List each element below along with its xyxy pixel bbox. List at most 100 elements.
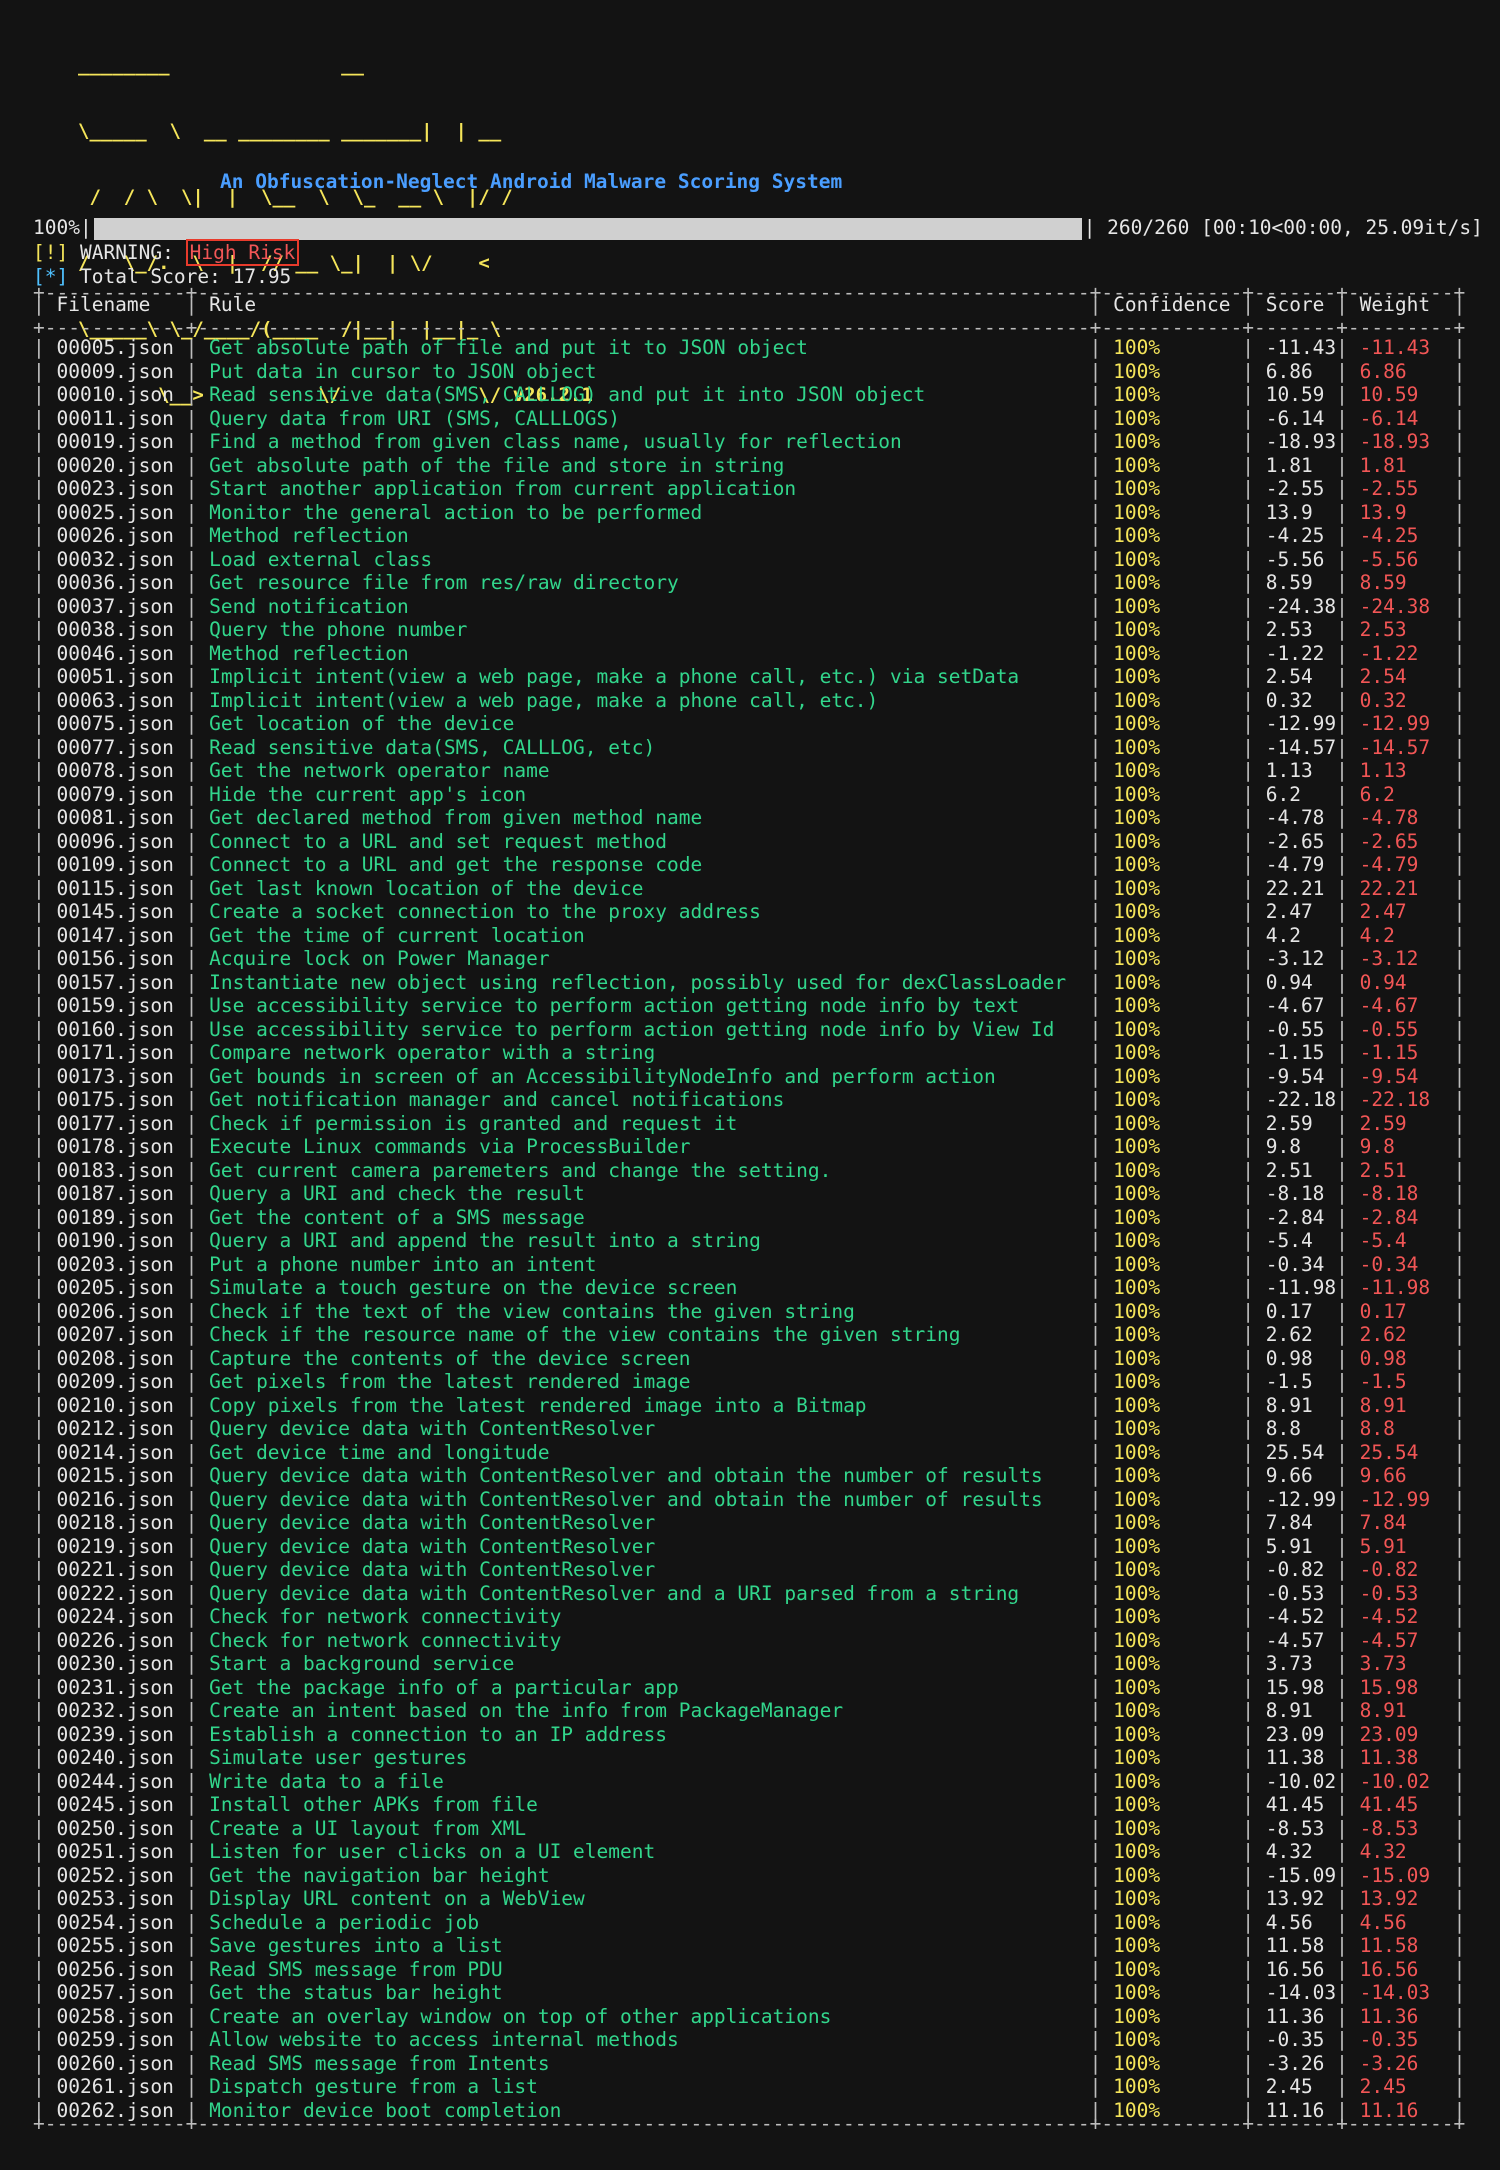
column-separator: | — [185, 1393, 210, 1417]
column-separator: | — [33, 1534, 57, 1558]
cell-score: -3.26 — [1265, 2051, 1337, 2075]
cell-rule: Execute Linux commands via ProcessBuilde… — [209, 1135, 1090, 1158]
column-separator: | — [1453, 806, 1466, 829]
column-separator: | — [33, 759, 57, 782]
cell-rule: Instantiate new object using reflection,… — [209, 970, 1090, 994]
cell-rule: Install other APKs from file — [209, 1793, 1090, 1816]
column-separator: | — [1336, 665, 1360, 688]
cell-filename: 00115.json — [56, 876, 186, 900]
column-separator: | — [33, 618, 57, 641]
column-separator: | — [185, 947, 210, 970]
column-separator: | — [33, 547, 57, 571]
cell-confidence: 100% — [1113, 853, 1243, 876]
cell-rule: Capture the contents of the device scree… — [209, 1346, 1090, 1370]
cell-score: 8.91 — [1265, 1699, 1337, 1722]
table-row: | 00051.json | Implicit intent(view a we… — [33, 665, 1465, 688]
column-separator: | — [33, 477, 57, 500]
cell-filename: 00221.json — [56, 1558, 186, 1581]
column-separator: | — [1089, 759, 1114, 782]
column-separator: | — [33, 336, 57, 359]
column-separator: | — [1453, 359, 1466, 383]
column-separator: | — [33, 1628, 57, 1652]
column-separator: | — [33, 1887, 57, 1910]
column-separator: | — [1242, 1699, 1266, 1722]
column-separator: | — [33, 1957, 57, 1981]
column-separator: | — [33, 947, 57, 970]
cell-filename: 00147.json — [56, 923, 186, 947]
column-separator: | — [185, 1276, 210, 1299]
cell-filename: 00207.json — [56, 1323, 186, 1346]
cell-score: -12.99 — [1265, 1487, 1337, 1511]
column-separator: | — [1453, 641, 1466, 665]
column-separator: | — [185, 876, 210, 900]
cell-confidence: 100% — [1113, 1675, 1243, 1699]
cell-weight: 11.36 — [1359, 2004, 1454, 2028]
column-separator: | — [33, 430, 57, 453]
column-separator: | — [185, 430, 210, 453]
column-separator: | — [33, 406, 57, 430]
cell-rule: Load external class — [209, 547, 1090, 571]
cell-weight: 0.98 — [1359, 1346, 1454, 1370]
column-separator: | — [1089, 1840, 1114, 1863]
column-separator: | — [33, 994, 57, 1017]
cell-score: 9.66 — [1265, 1464, 1337, 1487]
column-separator: | — [1242, 688, 1266, 712]
table-row: | 00019.json | Find a method from given … — [33, 430, 1465, 453]
cell-weight: 2.47 — [1359, 900, 1454, 923]
column-separator: | — [1336, 1088, 1360, 1111]
table-row: | 00255.json | Save gestures into a list… — [33, 1934, 1465, 1957]
cell-weight: -10.02 — [1359, 1769, 1454, 1793]
cell-rule: Get bounds in screen of an Accessibility… — [209, 1064, 1090, 1088]
column-separator: | — [1336, 571, 1360, 594]
column-separator: | — [1453, 500, 1466, 524]
column-separator: | — [1336, 594, 1360, 618]
column-separator: | — [1453, 1699, 1466, 1722]
column-separator: | — [1336, 1534, 1360, 1558]
column-separator: | — [1242, 1722, 1266, 1746]
cell-filename: 00261.json — [56, 2075, 186, 2098]
cell-weight: -18.93 — [1359, 430, 1454, 453]
column-separator: | — [1089, 1910, 1114, 1934]
cell-weight: 6.2 — [1359, 782, 1454, 806]
column-separator: | — [1453, 1229, 1466, 1252]
cell-score: 16.56 — [1265, 1957, 1337, 1981]
cell-weight: 5.91 — [1359, 1534, 1454, 1558]
column-separator: | — [1242, 1064, 1266, 1088]
column-separator: | — [1336, 618, 1360, 641]
column-separator: | — [185, 1229, 210, 1252]
cell-confidence: 100% — [1113, 759, 1243, 782]
column-separator: | — [1453, 383, 1466, 406]
column-separator: | — [33, 1276, 57, 1299]
cell-filename: 00005.json — [56, 336, 186, 359]
column-separator: | — [1336, 1111, 1360, 1135]
column-separator: | — [1336, 500, 1360, 524]
table-row: | 00009.json | Put data in cursor to JSO… — [33, 360, 1465, 383]
cell-weight: -5.4 — [1359, 1229, 1454, 1252]
cell-rule: Method reflection — [209, 641, 1090, 665]
column-separator: | — [1089, 359, 1114, 383]
cell-weight: -12.99 — [1359, 1487, 1454, 1511]
cell-score: 2.53 — [1265, 618, 1337, 641]
column-separator: | — [1453, 1393, 1466, 1417]
column-separator: | — [1089, 712, 1114, 735]
table-row: | 00063.json | Implicit intent(view a we… — [33, 689, 1465, 712]
table-row: | 00178.json | Execute Linux commands vi… — [33, 1135, 1465, 1158]
column-separator: | — [185, 900, 210, 923]
column-separator: | — [1242, 1910, 1266, 1934]
column-separator: | — [1242, 1323, 1266, 1346]
cell-confidence: 100% — [1113, 1182, 1243, 1205]
column-separator: | — [1453, 336, 1466, 359]
column-separator: | — [1336, 2075, 1360, 2098]
column-separator: | — [1089, 1252, 1114, 1276]
column-separator: | — [1089, 1299, 1114, 1323]
cell-weight: 15.98 — [1359, 1675, 1454, 1699]
cell-rule: Get device time and longitude — [209, 1440, 1090, 1464]
column-separator: | — [1242, 1816, 1266, 1840]
cell-score: -4.78 — [1265, 806, 1337, 829]
column-separator: | — [185, 1746, 210, 1769]
column-separator: | — [1089, 571, 1114, 594]
cell-rule: Dispatch gesture from a list — [209, 2075, 1090, 2098]
cell-rule: Get the status bar height — [209, 1981, 1090, 2004]
column-separator: | — [33, 1440, 57, 1464]
column-separator: | — [1089, 1205, 1114, 1229]
